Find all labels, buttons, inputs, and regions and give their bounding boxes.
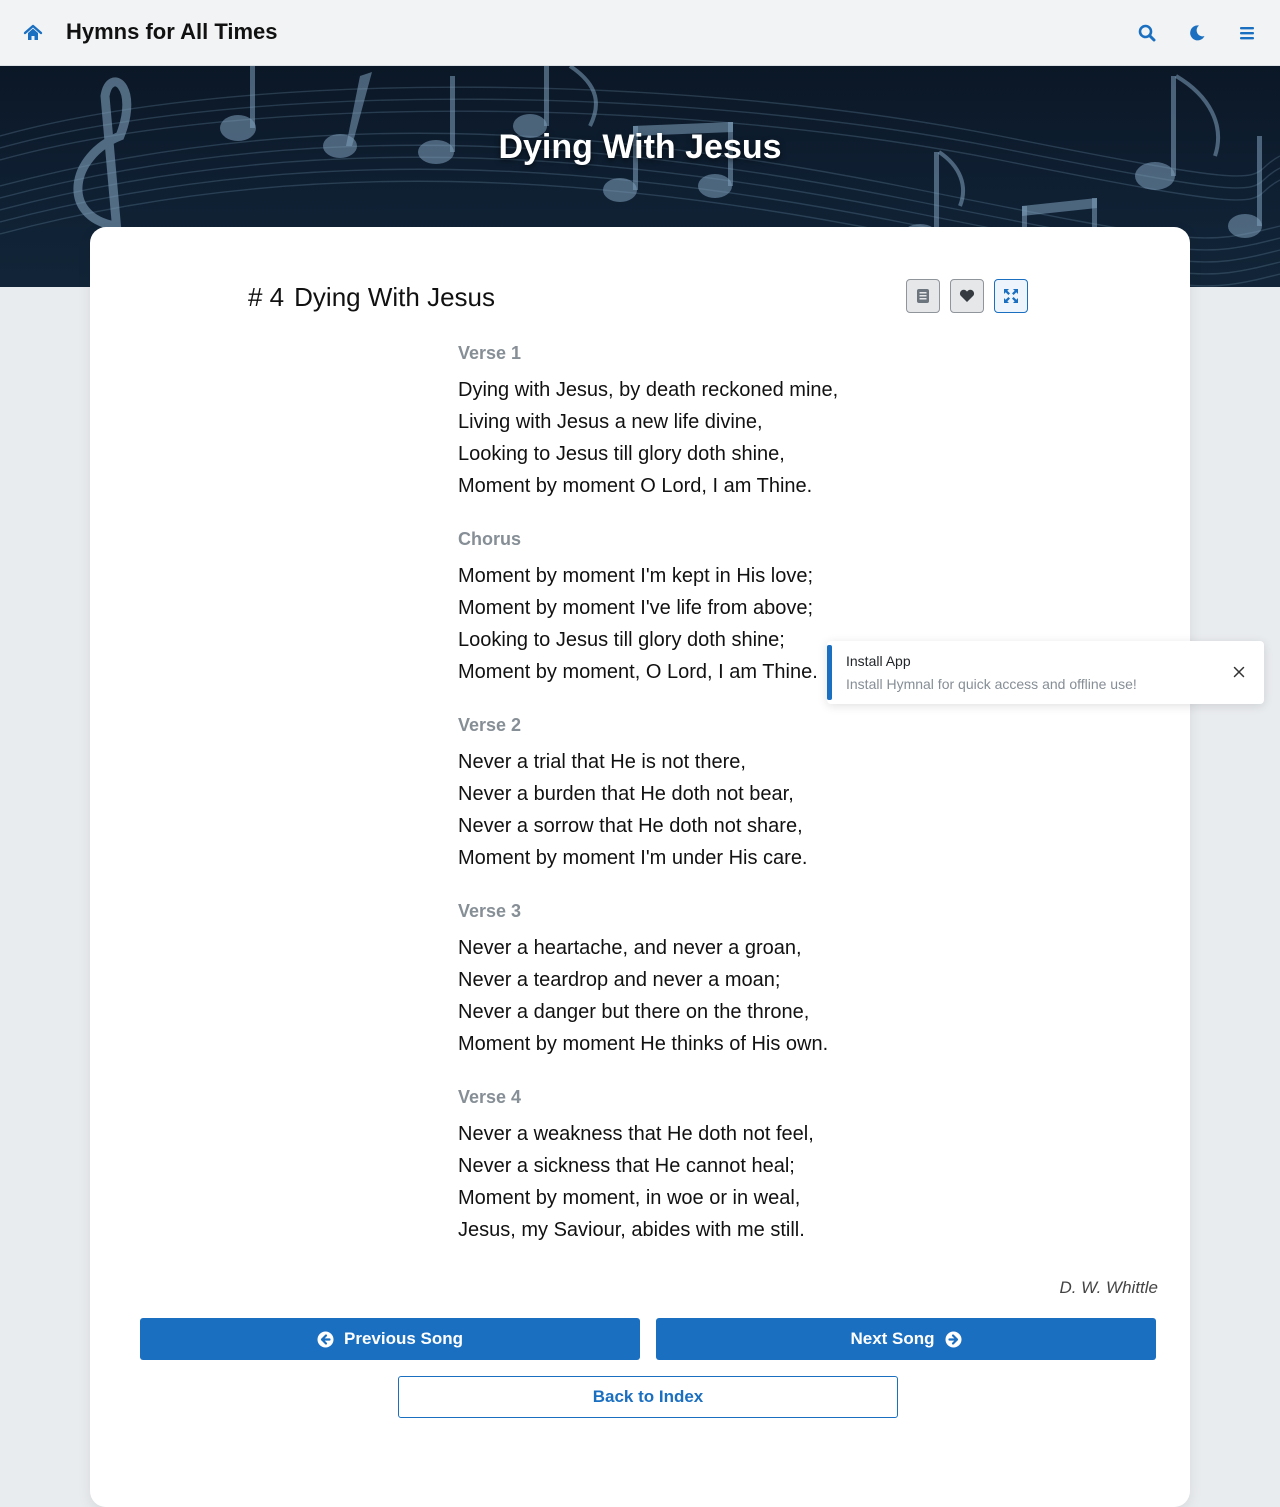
moon-icon[interactable] bbox=[1186, 22, 1208, 44]
song-card: # 4 Dying With Jesus Verse 1 Dying with J… bbox=[90, 227, 1190, 1507]
section-label: Verse 2 bbox=[458, 715, 522, 735]
top-navbar: Hymns for All Times bbox=[0, 0, 1280, 66]
section-label: Chorus bbox=[458, 529, 521, 549]
song-author: D. W. Whittle bbox=[1059, 1278, 1158, 1297]
toast-message: Install Hymnal for quick access and offl… bbox=[846, 676, 1137, 692]
section-label: Verse 3 bbox=[458, 901, 522, 921]
previous-song-button[interactable]: Previous Song bbox=[140, 1318, 640, 1360]
lyric-line: Never a danger but there on the throne, bbox=[458, 1001, 810, 1023]
heart-icon bbox=[959, 289, 975, 302]
song-heading: # 4 Dying With Jesus bbox=[248, 282, 495, 313]
lyric-line: Never a sorrow that He doth not share, bbox=[458, 815, 803, 837]
toast-accent-bar bbox=[827, 645, 832, 700]
lyric-line: Looking to Jesus till glory doth shine, bbox=[458, 443, 785, 465]
fullscreen-button[interactable] bbox=[994, 279, 1028, 313]
lyric-line: Jesus, my Saviour, abides with me still. bbox=[458, 1219, 805, 1241]
lyric-line: Never a burden that He doth not bear, bbox=[458, 783, 794, 805]
hero-title: Dying With Jesus bbox=[498, 128, 782, 166]
next-song-label: Next Song bbox=[850, 1329, 935, 1348]
section-label: Verse 1 bbox=[458, 343, 522, 363]
app-brand[interactable]: Hymns for All Times bbox=[66, 19, 278, 45]
lyric-line: Never a trial that He is not there, bbox=[458, 751, 746, 773]
lyric-line: Moment by moment O Lord, I am Thine. bbox=[458, 475, 813, 497]
expand-icon bbox=[1004, 289, 1018, 303]
arrow-right-circle-icon bbox=[945, 1331, 962, 1347]
section-label: Verse 4 bbox=[458, 1087, 522, 1107]
lyric-line: Moment by moment I've life from above; bbox=[458, 597, 814, 619]
lyric-line: Moment by moment, in woe or in weal, bbox=[458, 1187, 801, 1209]
verse-1: Verse 1 Dying with Jesus, by death recko… bbox=[458, 342, 1018, 502]
verse-4: Verse 4 Never a weakness that He doth no… bbox=[458, 1086, 1018, 1246]
previous-song-label: Previous Song bbox=[343, 1329, 464, 1348]
toast-title: Install App bbox=[846, 653, 911, 669]
arrow-left-circle-icon bbox=[317, 1331, 334, 1347]
lyric-line: Never a sickness that He cannot heal; bbox=[458, 1155, 795, 1177]
verse-2: Verse 2 Never a trial that He is not the… bbox=[458, 714, 1018, 874]
lyric-line: Moment by moment I'm kept in His love; bbox=[458, 565, 814, 587]
close-icon[interactable] bbox=[1232, 665, 1246, 679]
lyric-line: Never a weakness that He doth not feel, bbox=[458, 1123, 814, 1145]
search-icon[interactable] bbox=[1136, 22, 1158, 44]
sheet-music-icon bbox=[917, 289, 929, 303]
menu-icon[interactable] bbox=[1236, 22, 1258, 44]
back-to-index-button[interactable]: Back to Index bbox=[398, 1376, 898, 1418]
song-title: Dying With Jesus bbox=[294, 282, 495, 312]
lyric-line: Never a heartache, and never a groan, bbox=[458, 937, 802, 959]
home-icon[interactable] bbox=[22, 22, 44, 44]
song-number: # 4 bbox=[248, 282, 285, 312]
lyric-line: Living with Jesus a new life divine, bbox=[458, 411, 763, 433]
install-app-toast: Install App Install Hymnal for quick acc… bbox=[827, 641, 1264, 704]
lyric-line: Never a teardrop and never a moan; bbox=[458, 969, 781, 991]
lyric-line: Dying with Jesus, by death reckoned mine… bbox=[458, 379, 839, 401]
sheet-music-button[interactable] bbox=[906, 279, 940, 313]
favorite-button[interactable] bbox=[950, 279, 984, 313]
lyrics: Verse 1 Dying with Jesus, by death recko… bbox=[458, 342, 1018, 1272]
lyric-line: Moment by moment He thinks of His own. bbox=[458, 1033, 829, 1055]
verse-3: Verse 3 Never a heartache, and never a g… bbox=[458, 900, 1018, 1060]
next-song-button[interactable]: Next Song bbox=[656, 1318, 1156, 1360]
lyric-line: Moment by moment I'm under His care. bbox=[458, 847, 808, 869]
